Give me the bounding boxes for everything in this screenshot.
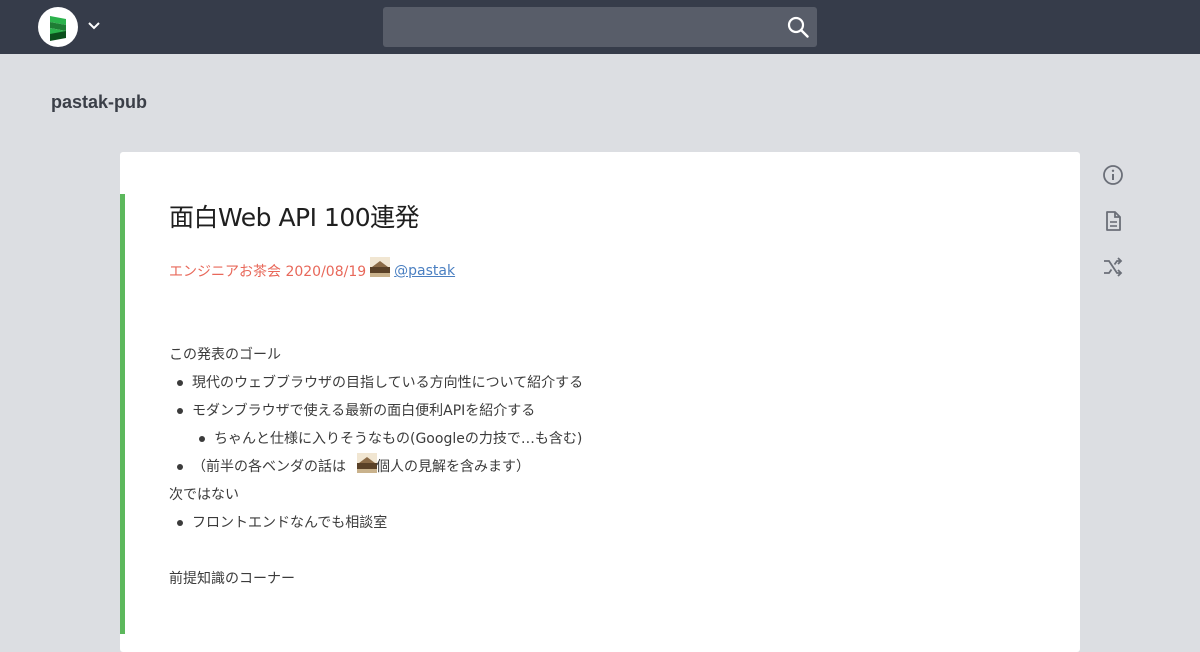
line-text: この発表のゴール bbox=[169, 347, 281, 363]
shuffle-icon[interactable] bbox=[1101, 255, 1125, 279]
info-icon[interactable] bbox=[1101, 163, 1125, 187]
search-input[interactable] bbox=[383, 7, 773, 47]
top-navigation-bar bbox=[0, 0, 1200, 54]
line-text-before: （前半の各ベンダの話は bbox=[192, 459, 346, 475]
event-date-text: エンジニアお茶会 2020/08/19 bbox=[169, 264, 367, 280]
line-text: モダンブラウザで使える最新の面白便利APIを紹介する bbox=[192, 403, 536, 419]
scrapbox-logo-icon[interactable] bbox=[38, 7, 78, 47]
page-meta: エンジニアお茶会 2020/08/19 @pastak bbox=[169, 257, 455, 283]
line-text-after: 個人の見解を含みます） bbox=[376, 459, 530, 475]
line-text: 現代のウェブブラウザの目指している方向性について紹介する bbox=[192, 375, 584, 391]
page-title: 面白Web API 100連発 bbox=[169, 203, 420, 232]
bullet-icon bbox=[177, 408, 183, 414]
user-avatar-icon bbox=[357, 453, 377, 473]
line-text: フロントエンドなんでも相談室 bbox=[192, 515, 388, 531]
chevron-down-icon[interactable] bbox=[86, 18, 102, 34]
page-accent-bar bbox=[120, 194, 125, 634]
line-text: 次ではない bbox=[169, 487, 239, 503]
user-link[interactable]: @pastak bbox=[394, 263, 455, 279]
line-text: 前提知識のコーナー bbox=[169, 571, 295, 587]
search-box bbox=[383, 7, 817, 47]
search-icon[interactable] bbox=[787, 16, 809, 38]
line-text: ちゃんと仕様に入りそうなもの(Googleの力技で…も含む) bbox=[214, 431, 583, 447]
bullet-icon bbox=[199, 436, 205, 442]
bullet-icon bbox=[177, 464, 183, 470]
user-avatar-icon bbox=[370, 257, 391, 277]
bullet-icon bbox=[177, 520, 183, 526]
project-name-link[interactable]: pastak-pub bbox=[51, 92, 147, 113]
bullet-icon bbox=[177, 380, 183, 386]
document-icon[interactable] bbox=[1101, 209, 1125, 233]
